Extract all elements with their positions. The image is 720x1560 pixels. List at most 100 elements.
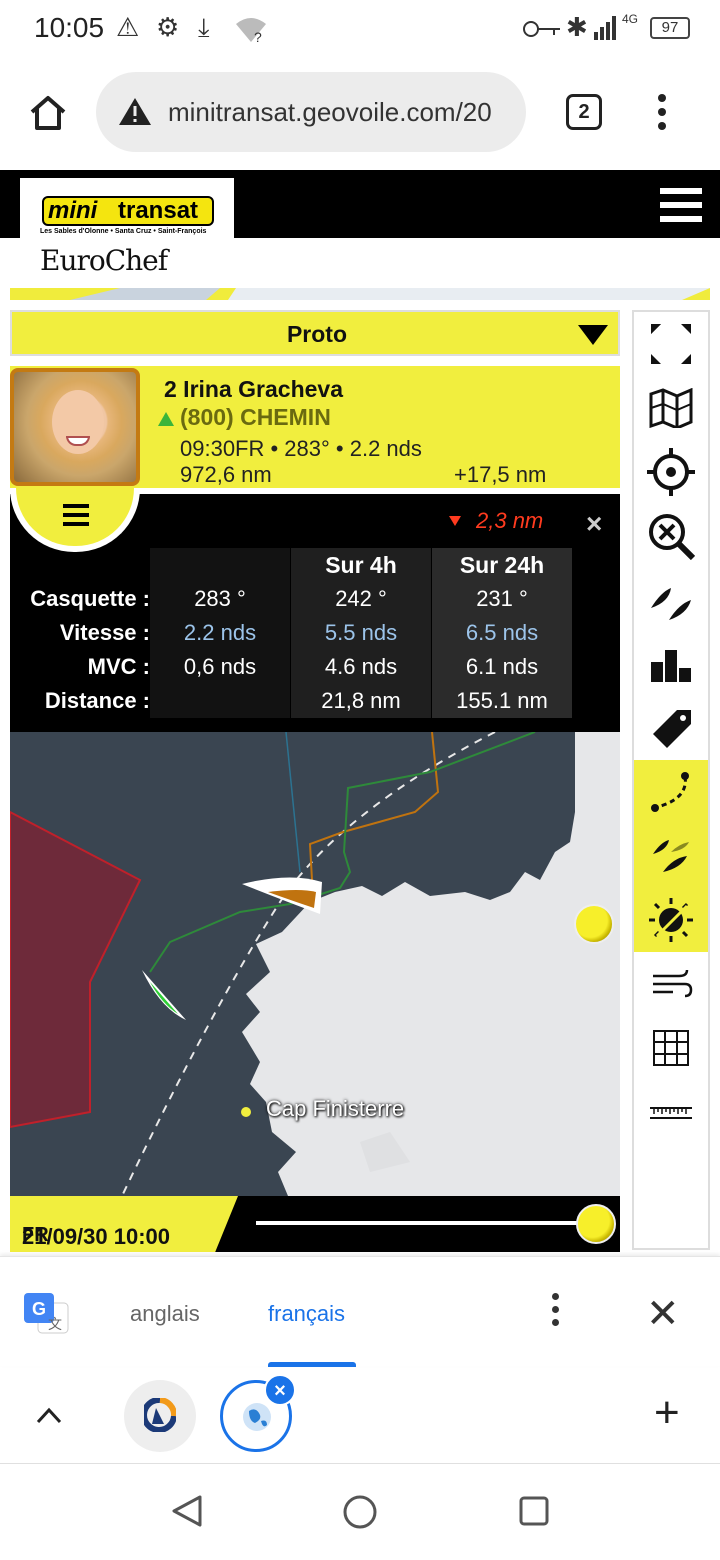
timeline-tz: FR xyxy=(22,1224,49,1246)
skipper-distance: 972,6 nm xyxy=(180,462,272,487)
place-label: Cap Finisterre xyxy=(266,1096,405,1121)
logo-sponsor: EuroChef xyxy=(40,244,168,277)
race-map[interactable]: Cap Finisterre xyxy=(10,732,620,1196)
wifi-question-icon: ? xyxy=(236,18,266,44)
sun-button[interactable] xyxy=(634,888,708,952)
map-canvas[interactable] xyxy=(10,732,620,1196)
skipper-gain: +17,5 nm xyxy=(454,462,547,487)
svg-text:?: ? xyxy=(254,29,262,44)
home-icon[interactable] xyxy=(28,94,68,132)
boats-button[interactable] xyxy=(634,568,708,632)
wind-icon xyxy=(653,969,693,998)
not-secure-warning-icon[interactable] xyxy=(118,96,152,126)
distance-4h: 21,8 nm xyxy=(321,688,401,713)
down-triangle-icon xyxy=(449,516,461,526)
active-language-indicator xyxy=(268,1362,356,1367)
globe-icon xyxy=(243,1403,271,1431)
skipper-name: 2 Irina Gracheva xyxy=(164,376,343,402)
zoom-reset-button[interactable] xyxy=(634,504,708,568)
boat-orange[interactable] xyxy=(242,877,322,914)
row-label-heading: Casquette : xyxy=(30,586,150,611)
system-nav-bar xyxy=(0,1464,720,1560)
timeline-slider-handle[interactable] xyxy=(576,1204,616,1244)
vmg-24h: 6.1 nds xyxy=(465,654,539,679)
site-logo[interactable]: mini transat Les Sables d'Olonne • Santa… xyxy=(20,178,234,288)
translate-bar: G 文 anglais français ✕ xyxy=(0,1256,720,1366)
row-label-distance: Distance : xyxy=(44,688,150,713)
route-button[interactable] xyxy=(634,760,708,824)
map-layer-button[interactable] xyxy=(634,376,708,440)
crosshair-icon xyxy=(647,448,695,496)
network-type: 4G xyxy=(622,12,639,26)
home-nav-icon[interactable] xyxy=(342,1494,378,1530)
vmg-now: 0,6 nds xyxy=(183,654,257,679)
timeline-track[interactable] xyxy=(256,1221,596,1225)
back-icon[interactable] xyxy=(170,1494,204,1528)
ranking-chart-icon xyxy=(651,650,691,682)
speed-4h: 5.5 nds xyxy=(324,620,398,645)
warning-icon: ⚠ xyxy=(116,12,140,42)
class-selector-value: Proto xyxy=(286,321,348,347)
translate-menu-button[interactable] xyxy=(552,1293,568,1332)
status-bar: 10:05 ⚠ ⚙ ⤓ ? ✱ 4G 97 xyxy=(0,0,720,60)
svg-text:文: 文 xyxy=(48,1316,62,1332)
close-translate-button[interactable]: ✕ xyxy=(646,1291,680,1337)
menu-icon xyxy=(63,504,89,531)
scale-button[interactable] xyxy=(634,1080,708,1144)
url-text[interactable]: minitransat.geovoile.com/20 xyxy=(168,97,518,128)
language-source-tab[interactable]: anglais xyxy=(130,1301,200,1327)
tag-button[interactable] xyxy=(634,696,708,760)
fleet-icon xyxy=(653,840,689,872)
skipper-card[interactable]: 2 Irina Gracheva (800) CHEMIN 09:30FR • … xyxy=(10,366,620,488)
map-icon xyxy=(649,388,693,428)
locate-button[interactable] xyxy=(634,440,708,504)
ranking-button[interactable] xyxy=(634,632,708,696)
place-marker xyxy=(241,1107,251,1117)
fleet-button[interactable] xyxy=(634,824,708,888)
grid-icon xyxy=(653,1030,689,1066)
fullscreen-icon xyxy=(651,324,691,364)
tab-strip: × + xyxy=(0,1368,720,1464)
heading-24h: 231 ° xyxy=(476,586,528,611)
vmg-4h: 4.6 nds xyxy=(324,654,398,679)
close-tab-button[interactable]: × xyxy=(264,1374,296,1406)
heading-now: 283 ° xyxy=(194,586,246,611)
sun-icon xyxy=(649,898,693,942)
logo-tagline: Les Sables d'Olonne • Santa Cruz • Saint… xyxy=(40,228,207,235)
site-menu-button[interactable] xyxy=(660,188,702,226)
tab-switcher-button[interactable]: 2 xyxy=(566,94,602,130)
skipper-boat: (800) CHEMIN xyxy=(180,404,331,430)
close-stats-button[interactable]: × xyxy=(586,508,602,540)
wind-button[interactable] xyxy=(634,952,708,1016)
boat-green[interactable] xyxy=(142,970,186,1020)
grid-button[interactable] xyxy=(634,1016,708,1080)
distance-delta: 2,3 nm xyxy=(476,508,544,533)
skipper-position-line: 09:30FR • 283° • 2.2 nds xyxy=(180,436,422,461)
timeline-bar[interactable]: 21/09/30 10:00 FR xyxy=(10,1196,620,1252)
scale-icon xyxy=(650,1107,692,1119)
speed-24h: 6.5 nds xyxy=(465,620,539,645)
language-target-tab[interactable]: français xyxy=(268,1301,345,1327)
speed-now: 2.2 nds xyxy=(183,620,257,645)
zoom-knob[interactable] xyxy=(574,904,614,944)
tag-icon xyxy=(653,710,691,748)
new-tab-button[interactable]: + xyxy=(654,1388,680,1438)
signal-icon xyxy=(594,16,616,40)
header-decoration xyxy=(10,288,710,300)
browser-menu-button[interactable] xyxy=(658,94,666,130)
heading-4h: 242 ° xyxy=(335,586,387,611)
header-24h: Sur 24h xyxy=(459,552,545,578)
tab-thumbnail-1[interactable] xyxy=(124,1380,196,1452)
timeline-date: 21/09/30 10:00 FR xyxy=(10,1196,238,1252)
status-time: 10:05 xyxy=(34,12,105,43)
address-bar[interactable]: minitransat.geovoile.com/20 xyxy=(96,72,526,152)
route-icon xyxy=(651,772,689,812)
class-selector-dropdown[interactable]: Proto xyxy=(10,310,620,356)
fullscreen-button[interactable] xyxy=(634,312,708,376)
bluetooth-icon: ✱ xyxy=(566,12,588,42)
recents-icon[interactable] xyxy=(518,1495,550,1527)
header-4h: Sur 4h xyxy=(325,552,397,578)
google-translate-icon[interactable]: G 文 xyxy=(24,1293,70,1335)
svg-text:G: G xyxy=(32,1299,46,1319)
chevron-up-icon[interactable] xyxy=(36,1406,62,1424)
